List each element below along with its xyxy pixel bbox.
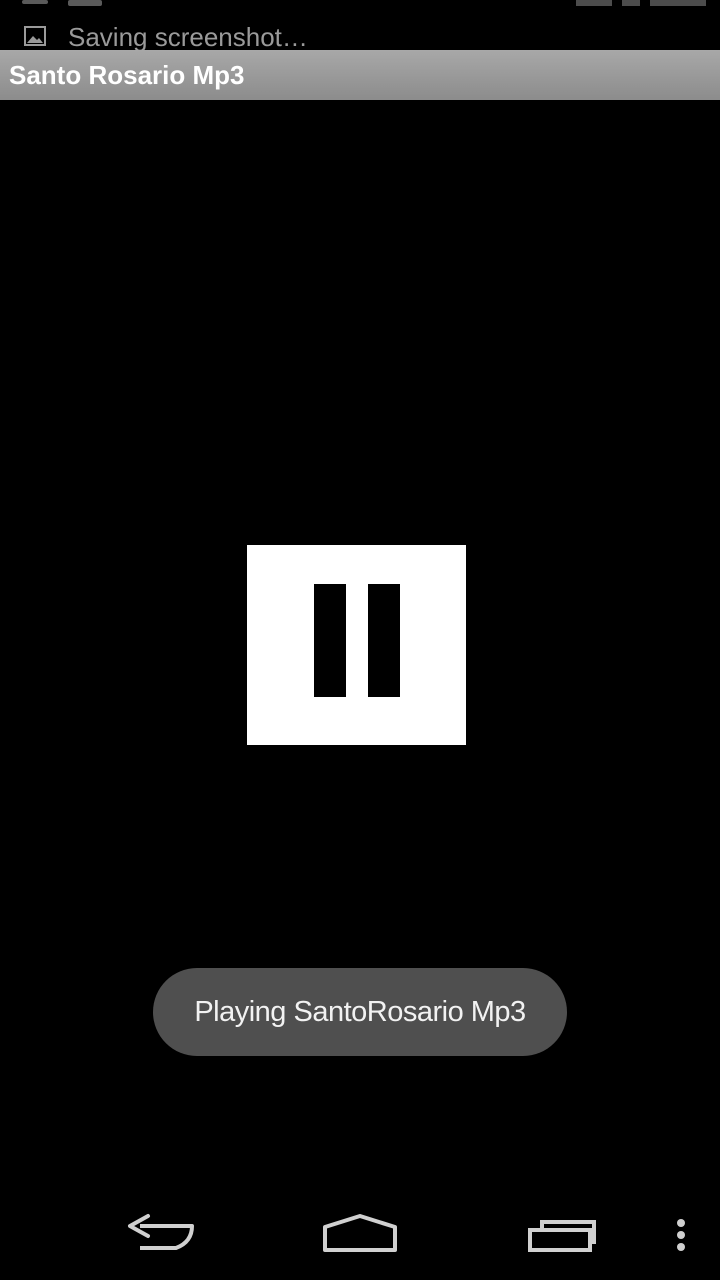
app-title: Santo Rosario Mp3 bbox=[9, 60, 245, 90]
overflow-menu-button[interactable] bbox=[660, 1190, 700, 1280]
title-bar: Santo Rosario Mp3 bbox=[0, 50, 720, 100]
status-bar: Saving screenshot… bbox=[0, 0, 720, 50]
pause-bar-left bbox=[314, 584, 346, 697]
home-button[interactable] bbox=[310, 1190, 410, 1280]
status-icon-partial bbox=[22, 0, 48, 4]
battery-icon bbox=[622, 0, 640, 6]
status-icon-partial bbox=[68, 0, 102, 6]
navigation-bar bbox=[0, 1190, 720, 1280]
notification-text: Saving screenshot… bbox=[68, 22, 308, 50]
back-button[interactable] bbox=[110, 1190, 210, 1280]
pause-bar-right bbox=[368, 584, 400, 697]
signal-icon bbox=[576, 0, 612, 6]
recents-icon bbox=[528, 1220, 596, 1252]
clock-partial bbox=[650, 0, 706, 6]
overflow-menu-icon bbox=[677, 1219, 685, 1251]
image-icon bbox=[24, 26, 46, 46]
status-indicators bbox=[576, 0, 706, 6]
pause-button[interactable] bbox=[247, 545, 466, 745]
back-arrow-icon bbox=[128, 1214, 194, 1250]
toast-message: Playing SantoRosario Mp3 bbox=[194, 995, 526, 1028]
screen: Saving screenshot… Santo Rosario Mp3 Pla… bbox=[0, 0, 720, 1280]
recents-button[interactable] bbox=[512, 1190, 612, 1280]
toast: Playing SantoRosario Mp3 bbox=[153, 968, 567, 1056]
pause-icon bbox=[247, 545, 466, 745]
home-icon bbox=[323, 1214, 397, 1252]
